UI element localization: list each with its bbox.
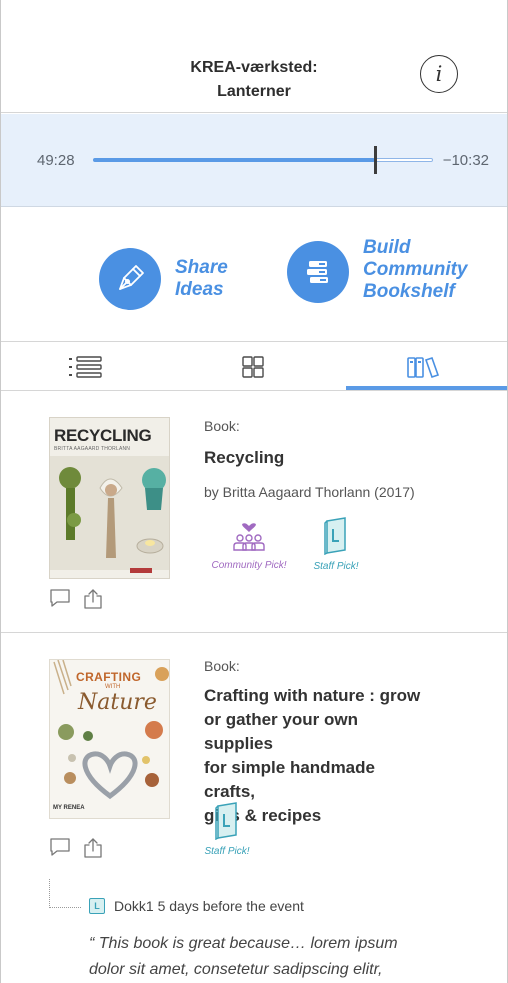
list-item[interactable]: CRAFTING WITH Nature MY RENEA Book: Craf… xyxy=(1,634,507,983)
share-label-line1: Share xyxy=(175,257,228,278)
build-bookshelf-label: Build Community Bookshelf xyxy=(363,237,468,303)
books-stack-icon xyxy=(287,241,349,303)
build-bookshelf-button[interactable]: Build Community Bookshelf xyxy=(287,237,468,303)
staff-book-icon xyxy=(215,802,237,841)
share-icon[interactable] xyxy=(83,837,103,859)
quote-line: dolor sit amet, consetetur sadipscing el… xyxy=(89,961,383,978)
progress-remaining xyxy=(375,158,433,162)
quote-line: “ This book is great because… lorem ipsu… xyxy=(89,935,398,952)
remaining-time: −10:32 xyxy=(442,152,489,169)
progress-fill xyxy=(93,158,375,162)
item-actions xyxy=(49,837,103,859)
bookshelf-icon xyxy=(407,356,440,379)
community-pick-badge: Community Pick! xyxy=(203,523,295,571)
comment-icon[interactable] xyxy=(49,588,71,608)
info-icon: i xyxy=(435,61,443,86)
audio-player: 49:28 −10:32 xyxy=(1,114,507,207)
cover-title: CRAFTING xyxy=(76,670,142,684)
community-icon xyxy=(233,523,265,551)
title-line: or gather your own supplies xyxy=(204,710,358,753)
header: KREA-værksted: Lanterner i xyxy=(1,0,507,113)
tab-grid[interactable] xyxy=(169,343,337,391)
library-badge-icon: L xyxy=(89,898,105,914)
title-line: Crafting with nature : grow xyxy=(204,686,421,705)
cover-title-script: Nature xyxy=(78,690,157,715)
community-pick-label: Community Pick! xyxy=(211,560,287,571)
build-label-line3: Bookshelf xyxy=(363,281,455,302)
review-author: Dokk1 5 days before the event xyxy=(114,898,304,914)
staff-book-icon xyxy=(324,517,346,556)
scrub-handle[interactable] xyxy=(374,146,377,174)
tab-list[interactable] xyxy=(1,343,169,391)
app-screen: KREA-værksted: Lanterner i 49:28 −10:32 xyxy=(0,0,508,983)
staff-pick-label: Staff Pick! xyxy=(204,846,250,857)
share-icon[interactable] xyxy=(83,588,103,610)
cover-author: MY RENEA xyxy=(53,805,85,811)
staff-pick-badge: Staff Pick! xyxy=(201,802,253,857)
pen-icon xyxy=(99,248,161,310)
book-cover[interactable]: CRAFTING WITH Nature MY RENEA xyxy=(49,659,170,819)
item-type: Book: xyxy=(204,418,240,434)
title-line: for simple handmade crafts, xyxy=(204,758,375,801)
build-label-line2: Community xyxy=(363,259,468,280)
share-ideas-label: Share Ideas xyxy=(175,257,228,301)
progress-slider[interactable] xyxy=(93,146,433,174)
review-header: L Dokk1 5 days before the event xyxy=(89,898,304,914)
book-cover[interactable]: RECYCLING BRITTA AAGAARD THORLANN xyxy=(49,417,170,579)
item-type: Book: xyxy=(204,658,240,674)
elapsed-time: 49:28 xyxy=(37,152,75,169)
view-tabs xyxy=(1,343,507,391)
review-quote: “ This book is great because… lorem ipsu… xyxy=(89,931,484,983)
staff-pick-badge: Staff Pick! xyxy=(306,517,366,572)
review-connector xyxy=(49,879,81,908)
actions-panel: Share Ideas Build Community Bookshelf xyxy=(1,208,507,342)
item-author: by Britta Aagaard Thorlann (2017) xyxy=(204,484,415,500)
share-label-line2: Ideas xyxy=(175,279,224,300)
tab-bookshelf[interactable] xyxy=(337,343,507,391)
item-actions xyxy=(49,588,103,610)
staff-pick-label: Staff Pick! xyxy=(313,561,359,572)
cover-illustration xyxy=(50,456,169,573)
list-icon xyxy=(69,356,102,378)
active-tab-indicator xyxy=(346,386,507,390)
info-button[interactable]: i xyxy=(420,55,458,93)
comment-icon[interactable] xyxy=(49,837,71,857)
share-ideas-button[interactable]: Share Ideas xyxy=(99,248,228,310)
build-label-line1: Build xyxy=(363,237,411,258)
grid-icon xyxy=(242,356,264,378)
item-title[interactable]: Recycling xyxy=(204,446,424,470)
list-item[interactable]: RECYCLING BRITTA AAGAARD THORLANN Book: … xyxy=(1,392,507,633)
